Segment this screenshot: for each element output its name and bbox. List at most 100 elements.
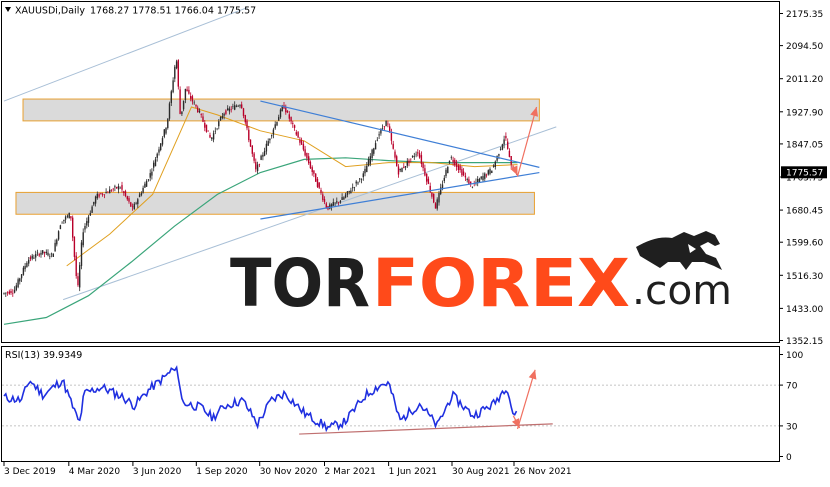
candle-body bbox=[274, 124, 276, 129]
candle-body bbox=[68, 212, 70, 219]
candle-body bbox=[359, 178, 361, 180]
candle-body bbox=[19, 278, 21, 282]
candle-body bbox=[133, 203, 135, 210]
candle-body bbox=[341, 197, 343, 200]
candle-body bbox=[228, 108, 231, 112]
candle-body bbox=[138, 194, 141, 198]
candle-body bbox=[131, 206, 134, 208]
candle-body bbox=[96, 193, 98, 199]
candle-body bbox=[462, 171, 465, 176]
candle-body bbox=[5, 292, 7, 294]
candle-body bbox=[128, 198, 130, 202]
candle-body bbox=[334, 202, 336, 204]
candle-body bbox=[318, 182, 320, 188]
candle-body bbox=[10, 291, 12, 293]
candle bbox=[72, 215, 74, 242]
candle-body bbox=[422, 163, 424, 168]
candle bbox=[396, 154, 398, 167]
candle-body bbox=[82, 232, 84, 246]
candle-body bbox=[63, 219, 65, 222]
candle-body bbox=[471, 186, 474, 188]
candle-body bbox=[242, 108, 245, 116]
candle-body bbox=[216, 128, 218, 130]
candle-body bbox=[89, 213, 91, 216]
candle-body bbox=[91, 206, 93, 213]
price-tick-label: 1599.60 bbox=[786, 239, 823, 249]
candle-body bbox=[38, 254, 40, 256]
candle-body bbox=[330, 204, 333, 207]
candle bbox=[385, 120, 387, 127]
candle-body bbox=[353, 187, 356, 188]
candle-body bbox=[426, 173, 428, 182]
candle-body bbox=[177, 60, 179, 87]
watermark-dotcom: .com bbox=[632, 268, 732, 314]
candle-body bbox=[455, 162, 458, 167]
candle-body bbox=[190, 96, 192, 99]
candle-body bbox=[33, 257, 35, 259]
candle-body bbox=[390, 132, 393, 141]
rsi-tick-label: 0 bbox=[786, 453, 792, 463]
candle-body bbox=[413, 156, 415, 158]
candle-body bbox=[352, 187, 354, 189]
price-tick-label: 1927.90 bbox=[786, 108, 823, 118]
candle-body bbox=[195, 104, 197, 107]
candle-body bbox=[197, 107, 199, 112]
time-tick-label: 3 Dec 2019 bbox=[4, 467, 56, 477]
price-tick-label: 1847.05 bbox=[786, 140, 823, 150]
candle-body bbox=[485, 174, 488, 176]
candle-body bbox=[200, 114, 202, 115]
candle-body bbox=[202, 116, 204, 122]
candle-body bbox=[464, 175, 467, 178]
candle-body bbox=[188, 89, 190, 94]
candle-body bbox=[367, 159, 370, 167]
candle bbox=[57, 230, 60, 241]
candle-body bbox=[237, 105, 239, 107]
candle-body bbox=[100, 193, 102, 194]
candle-body bbox=[360, 179, 363, 180]
candle-body bbox=[101, 194, 104, 195]
candle-body bbox=[403, 166, 405, 168]
candle-body bbox=[315, 173, 317, 182]
candle-body bbox=[309, 162, 312, 169]
candle-body bbox=[160, 143, 162, 150]
time-tick-label: 1 Sep 2020 bbox=[196, 467, 248, 477]
candle-body bbox=[265, 143, 268, 152]
candle-body bbox=[373, 148, 375, 154]
candle-body bbox=[28, 259, 30, 264]
candle-body bbox=[147, 179, 150, 181]
ohlc-values: 1768.27 1778.51 1766.04 1775.57 bbox=[90, 6, 256, 17]
candle-body bbox=[313, 170, 315, 174]
candle-body bbox=[279, 109, 282, 118]
candle-body bbox=[47, 252, 49, 256]
candle bbox=[207, 130, 209, 132]
rsi-pane-frame bbox=[1, 346, 780, 462]
candle-body bbox=[184, 88, 187, 100]
candle-body bbox=[179, 89, 181, 114]
candle bbox=[73, 236, 76, 261]
candle-body bbox=[142, 187, 144, 193]
candle-body bbox=[12, 292, 14, 294]
candle-body bbox=[241, 104, 243, 109]
candle-body bbox=[234, 105, 236, 110]
candle-body bbox=[339, 200, 342, 203]
candle-body bbox=[397, 166, 400, 175]
time-tick-label: 26 Nov 2021 bbox=[514, 467, 572, 477]
candle-body bbox=[191, 96, 194, 102]
candle-body bbox=[325, 203, 327, 208]
candle-body bbox=[80, 242, 83, 266]
candle-body bbox=[17, 279, 19, 288]
candle-body bbox=[52, 253, 54, 257]
candle-body bbox=[443, 177, 445, 181]
candle-body bbox=[447, 166, 449, 174]
candle-body bbox=[385, 120, 387, 127]
candle-body bbox=[418, 153, 421, 158]
candle-body bbox=[263, 151, 266, 156]
candle bbox=[75, 252, 77, 279]
candle-body bbox=[323, 199, 326, 202]
candle-body bbox=[411, 155, 414, 157]
price-tick-label: 1516.30 bbox=[786, 272, 823, 282]
candle-body bbox=[244, 115, 246, 123]
candle-body bbox=[225, 110, 227, 114]
candle-body bbox=[357, 182, 359, 184]
candle-body bbox=[112, 188, 114, 190]
